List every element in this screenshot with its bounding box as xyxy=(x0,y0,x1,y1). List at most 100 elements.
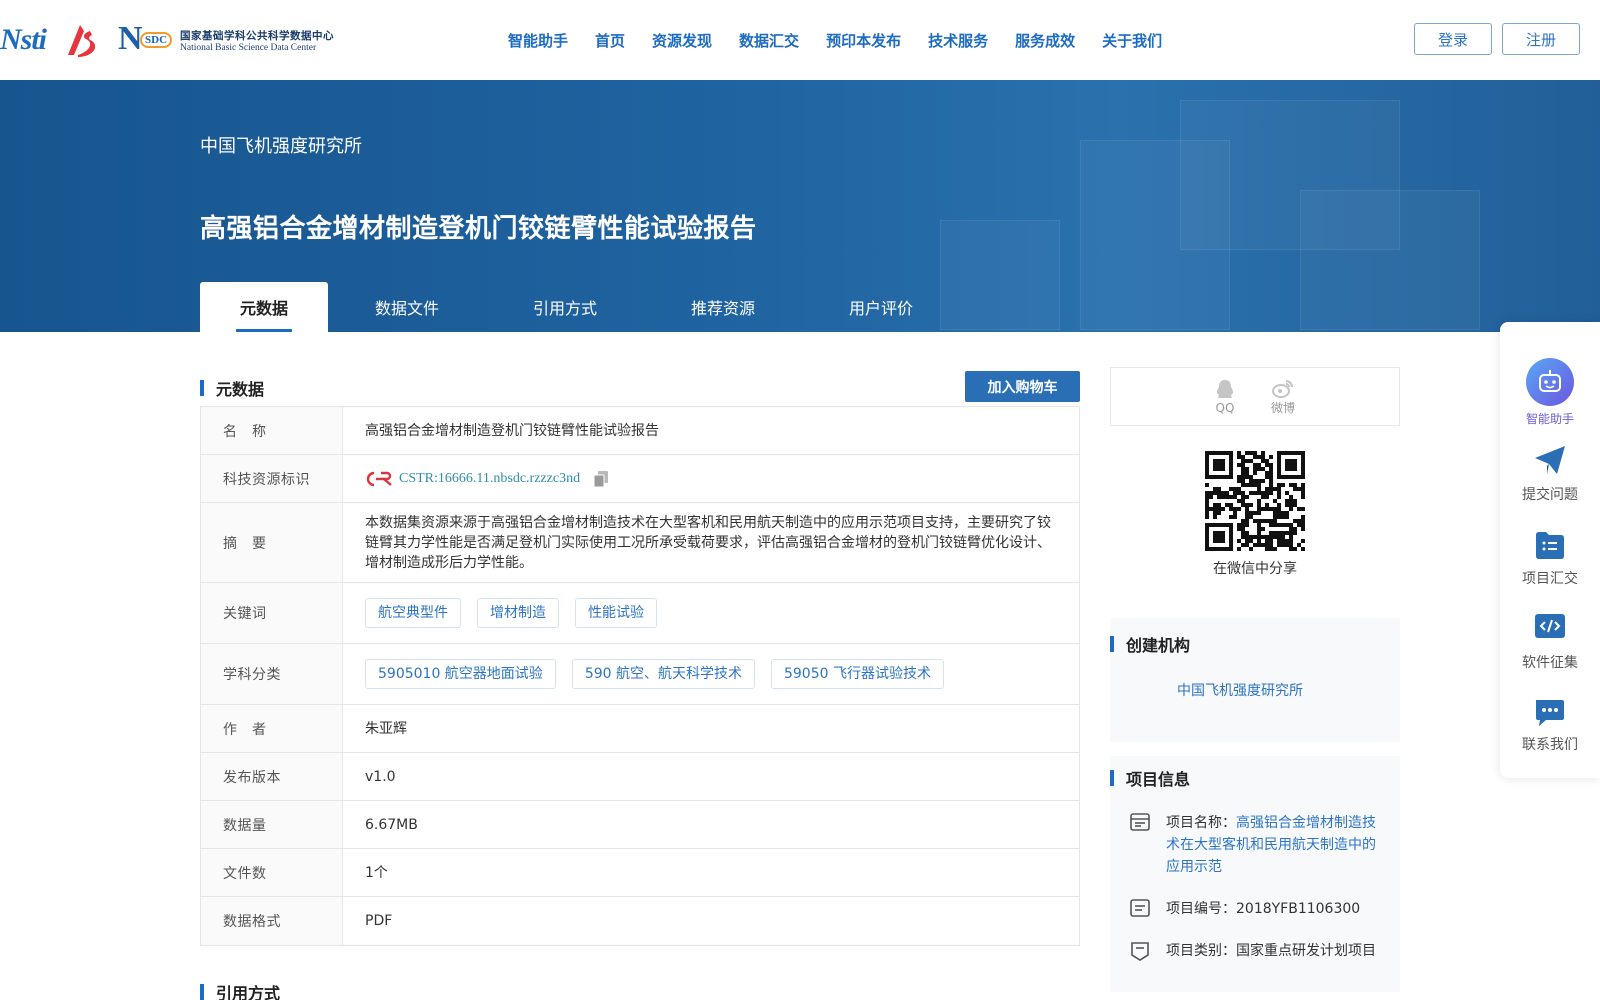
citation-section-header: 引用方式 xyxy=(200,980,280,1000)
copy-icon[interactable] xyxy=(594,470,609,487)
nsdc-name-cn: 国家基础学科公共科学数据中心 xyxy=(180,29,335,42)
submit-question-label: 提交问题 xyxy=(1522,487,1578,503)
project-submit-label: 项目汇交 xyxy=(1522,571,1578,587)
wechat-share-caption: 在微信中分享 xyxy=(1213,561,1297,577)
dataset-size: 6.67MB xyxy=(365,816,418,833)
floating-toolbar: 智能助手 提交问题 项目汇交 软件征集 联系我们 xyxy=(1500,322,1600,778)
project-name-link-3[interactable]: 应用示范 xyxy=(1166,859,1222,875)
contact-label: 联系我们 xyxy=(1522,737,1578,753)
row-label: 发布版本 xyxy=(201,753,343,800)
row-label: 数据量 xyxy=(201,801,343,848)
assistant-button[interactable]: 智能助手 xyxy=(1500,358,1600,427)
weibo-icon xyxy=(1271,380,1293,398)
dataset-version: v1.0 xyxy=(365,768,396,785)
metadata-table: 名 称 高强铝合金增材制造登机门铰链臂性能试验报告 科技资源标识 CSTR:16… xyxy=(200,406,1080,946)
assistant-label: 智能助手 xyxy=(1525,412,1574,426)
project-section-header: 项目信息 xyxy=(1110,766,1190,790)
project-name-link-1[interactable]: 高强铝合金增材制造技 xyxy=(1236,815,1376,831)
subject-tag[interactable]: 5905010 航空器地面试验 xyxy=(365,659,556,689)
table-row: 作 者 朱亚辉 xyxy=(201,705,1079,753)
share-qq-label: QQ xyxy=(1215,400,1235,415)
table-row: 文件数 1个 xyxy=(201,849,1079,897)
row-label: 关键词 xyxy=(201,583,343,643)
keyword-tag[interactable]: 航空典型件 xyxy=(365,598,461,628)
folder-list-icon xyxy=(1536,532,1564,559)
login-button[interactable]: 登录 xyxy=(1414,23,1492,55)
nav-data-submit[interactable]: 数据汇交 xyxy=(739,30,799,51)
nav-home[interactable]: 首页 xyxy=(595,30,625,51)
register-button[interactable]: 注册 xyxy=(1502,23,1580,55)
subject-tag[interactable]: 59050 飞行器试验技术 xyxy=(770,659,944,689)
cstr-logo-icon xyxy=(366,471,392,486)
project-number: 项目编号：2018YFB1106300 xyxy=(1166,901,1361,917)
submit-question-button[interactable]: 提交问题 xyxy=(1500,444,1600,504)
row-label: 名 称 xyxy=(201,407,343,454)
software-collection-button[interactable]: 软件征集 xyxy=(1500,614,1600,672)
add-to-cart-button[interactable]: 加入购物车 xyxy=(965,371,1080,402)
creator-panel: 创建机构 中国飞机强度研究所 xyxy=(1110,618,1400,742)
citation-section-title: 引用方式 xyxy=(216,984,281,1000)
tab-recommended[interactable]: 推荐资源 xyxy=(644,282,802,332)
nav-preprint[interactable]: 预印本发布 xyxy=(826,30,901,51)
table-row: 科技资源标识 CSTR:16666.11.nbsdc.rzzzc3nd xyxy=(201,455,1079,503)
contact-button[interactable]: 联系我们 xyxy=(1500,698,1600,754)
nav-results[interactable]: 服务成效 xyxy=(1015,30,1075,51)
nsdc-logo[interactable]: N SDC 国家基础学科公共科学数据中心 National Basic Scien… xyxy=(116,20,334,60)
project-name-label: 项目名称： xyxy=(1166,815,1236,831)
dataset-organization[interactable]: 中国飞机强度研究所 xyxy=(200,132,362,158)
table-row: 摘 要 本数据集资源来源于高强铝合金增材制造技术在大型客机和民用航天制造中的应用… xyxy=(201,503,1079,583)
row-label: 作 者 xyxy=(201,705,343,752)
nav-discover[interactable]: 资源发现 xyxy=(652,30,712,51)
section-accent-bar xyxy=(200,984,204,1000)
tab-user-reviews[interactable]: 用户评价 xyxy=(802,282,960,332)
banner-decoration xyxy=(1300,190,1480,330)
project-number-row: 项目编号：2018YFB1106300 xyxy=(1130,898,1360,920)
project-name-row: 项目名称：高强铝合金增材制造技 术在大型客机和民用航天制造中的 应用示范 xyxy=(1130,812,1390,878)
main-nav: 智能助手 首页 资源发现 数据汇交 预印本发布 技术服务 服务成效 关于我们 xyxy=(508,0,1189,80)
software-collection-label: 软件征集 xyxy=(1522,655,1578,671)
project-panel: 项目信息 项目名称：高强铝合金增材制造技 术在大型客机和民用航天制造中的 应用示… xyxy=(1110,756,1400,992)
section-accent-bar xyxy=(200,380,204,396)
project-category-row: 项目类别：国家重点研发计划项目 xyxy=(1130,940,1376,962)
tab-citation[interactable]: 引用方式 xyxy=(486,282,644,332)
cas-logo-icon[interactable] xyxy=(60,21,100,59)
cstr-text: CSTR:16666.11.nbsdc.rzzzc3nd xyxy=(399,470,581,486)
detail-tabs: 元数据 数据文件 引用方式 推荐资源 用户评价 xyxy=(200,282,960,332)
table-row: 关键词 航空典型件 增材制造 性能试验 xyxy=(201,583,1079,644)
creator-org-link[interactable]: 中国飞机强度研究所 xyxy=(1177,680,1303,700)
qq-icon xyxy=(1216,379,1234,398)
share-box: QQ 微博 xyxy=(1110,367,1400,426)
creator-section-title: 创建机构 xyxy=(1126,636,1191,655)
dataset-file-count: 1个 xyxy=(365,864,388,881)
project-category-icon xyxy=(1131,942,1149,961)
dataset-abstract: 本数据集资源来源于高强铝合金增材制造技术在大型客机和民用航天制造中的应用示范项目… xyxy=(365,514,1051,571)
table-row: 数据量 6.67MB xyxy=(201,801,1079,849)
project-name-link-2[interactable]: 术在大型客机和民用航天制造中的 xyxy=(1166,837,1376,853)
project-submit-button[interactable]: 项目汇交 xyxy=(1500,530,1600,588)
share-weibo-button[interactable]: 微博 xyxy=(1271,377,1295,416)
nsti-logo[interactable]: Nsti xyxy=(0,23,47,57)
keyword-tag[interactable]: 增材制造 xyxy=(477,598,559,628)
cstr-identifier[interactable]: CSTR:16666.11.nbsdc.rzzzc3nd xyxy=(365,469,580,489)
metadata-section-title: 元数据 xyxy=(216,380,265,399)
section-accent-bar xyxy=(1110,636,1114,652)
chat-bubble-icon xyxy=(1536,700,1564,726)
nav-about[interactable]: 关于我们 xyxy=(1102,30,1162,51)
project-card-icon xyxy=(1130,813,1150,831)
dataset-name: 高强铝合金增材制造登机门铰链臂性能试验报告 xyxy=(365,422,659,439)
table-row: 名 称 高强铝合金增材制造登机门铰链臂性能试验报告 xyxy=(201,407,1079,455)
nav-tech-service[interactable]: 技术服务 xyxy=(928,30,988,51)
logo-group: Nsti N SDC 国家基础学科公共科学数据中心 National Basic … xyxy=(0,18,334,62)
share-qq-button[interactable]: QQ xyxy=(1215,379,1235,415)
tab-data-files[interactable]: 数据文件 xyxy=(328,282,486,332)
tab-metadata[interactable]: 元数据 xyxy=(200,282,328,332)
nsdc-mark-icon: N SDC xyxy=(116,20,178,60)
auth-buttons: 登录 注册 xyxy=(1404,23,1580,55)
row-label: 科技资源标识 xyxy=(201,455,343,502)
table-row: 学科分类 5905010 航空器地面试验 590 航空、航天科学技术 59050… xyxy=(201,644,1079,705)
nav-assistant[interactable]: 智能助手 xyxy=(508,30,568,51)
keyword-tag[interactable]: 性能试验 xyxy=(575,598,657,628)
subject-tag[interactable]: 590 航空、航天科学技术 xyxy=(571,659,755,689)
hero-banner: 中国飞机强度研究所 高强铝合金增材制造登机门铰链臂性能试验报告 元数据 数据文件… xyxy=(0,80,1600,332)
nsdc-name-en: National Basic Science Data Center xyxy=(180,42,317,53)
